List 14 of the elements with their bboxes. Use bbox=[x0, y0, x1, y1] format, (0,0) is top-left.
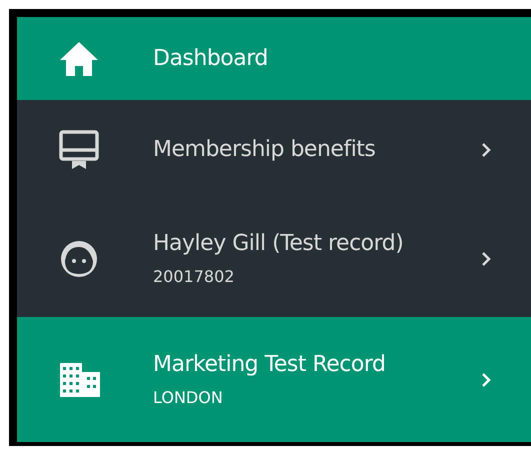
certificate-icon bbox=[59, 130, 99, 170]
menu-item-label: Membership benefits bbox=[153, 136, 376, 164]
building-icon bbox=[59, 362, 101, 398]
menu-item[interactable]: Hayley Gill (Test record) 20017802 bbox=[17, 200, 531, 317]
menu-item-label: Dashboard bbox=[153, 44, 269, 72]
menu-item-subtitle: LONDON bbox=[153, 386, 224, 408]
menu-item-label: Hayley Gill (Test record) bbox=[153, 230, 404, 258]
menu-item-subtitle: 20017802 bbox=[153, 266, 236, 288]
menu-item-label: Marketing Test Record bbox=[153, 350, 386, 378]
menu-item[interactable]: Membership benefits bbox=[17, 100, 531, 200]
home-icon bbox=[59, 40, 99, 76]
face-icon bbox=[59, 238, 99, 278]
menu-item[interactable]: Dashboard bbox=[17, 17, 531, 100]
menu-item[interactable]: Marketing Test Record LONDON bbox=[17, 317, 531, 442]
